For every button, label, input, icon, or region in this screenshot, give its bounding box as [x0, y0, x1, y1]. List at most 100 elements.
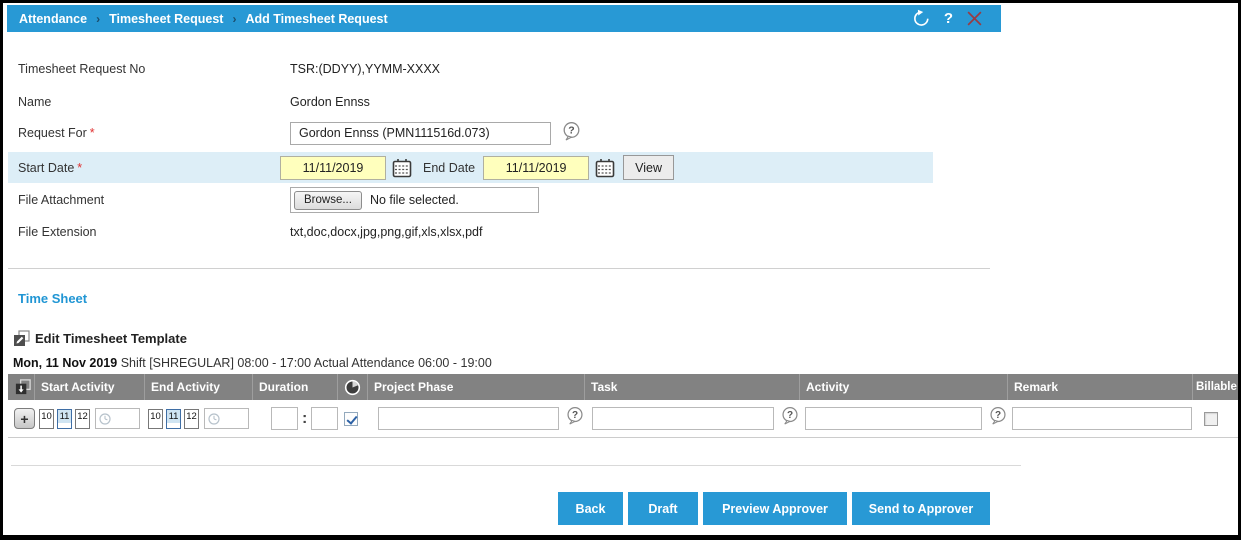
end-date-input[interactable]: [483, 155, 590, 180]
copy-down-icon: [14, 378, 32, 396]
start-day-12-button[interactable]: 12: [75, 408, 90, 429]
field-row-file-extension: File Extension txt,doc,docx,jpg,png,gif,…: [18, 220, 482, 244]
end-day-12-label: 12: [186, 410, 197, 422]
file-status-text: No file selected.: [369, 193, 459, 207]
file-extension-value: txt,doc,docx,jpg,png,gif,xls,xlsx,pdf: [290, 225, 483, 239]
browse-button[interactable]: Browse...: [294, 190, 362, 210]
breadcrumb-attendance[interactable]: Attendance: [19, 12, 87, 26]
start-date-input[interactable]: [280, 155, 386, 180]
duration-hours-input[interactable]: [271, 407, 298, 430]
breadcrumb-timesheet-request[interactable]: Timesheet Request: [109, 12, 223, 26]
refresh-icon[interactable]: [912, 9, 931, 28]
start-day-11-button-selected[interactable]: 11: [57, 408, 72, 429]
preview-approver-button[interactable]: Preview Approver: [703, 492, 847, 525]
column-header-end-activity: End Activity: [145, 374, 253, 400]
day-shift-details: Shift [SHREGULAR] 08:00 - 17:00 Actual A…: [120, 356, 492, 370]
field-row-request-for: Request For* ?: [18, 121, 582, 145]
task-input[interactable]: [592, 407, 774, 430]
column-header-remark: Remark: [1008, 374, 1193, 400]
end-date-calendar-icon[interactable]: [594, 157, 616, 179]
start-activity-cell: 10 11 12: [35, 400, 145, 437]
request-for-help-icon[interactable]: ?: [561, 121, 582, 145]
activity-help-icon[interactable]: ?: [988, 406, 1008, 431]
start-day-10-label: 10: [41, 410, 52, 422]
name-label: Name: [18, 95, 52, 109]
field-row-timesheet-request-no: Timesheet Request No TSR:(DDYY),YYMM-XXX…: [18, 57, 440, 81]
field-row-name: Name Gordon Ennss: [18, 90, 370, 114]
svg-text:?: ?: [568, 125, 574, 137]
close-icon[interactable]: [966, 10, 983, 27]
end-activity-cell: 10 11 12: [145, 400, 253, 437]
start-day-11-label: 11: [58, 409, 71, 423]
timesheet-request-no-label: Timesheet Request No: [18, 62, 146, 76]
start-date-label: Start Date *: [8, 161, 280, 175]
breadcrumb: Attendance › Timesheet Request › Add Tim…: [19, 12, 388, 26]
end-day-10-button[interactable]: 10: [148, 408, 163, 429]
duration-cell: :: [253, 400, 339, 437]
use-time-cell: [338, 400, 368, 437]
start-date-calendar-icon[interactable]: [391, 157, 413, 179]
request-for-label: Request For *: [18, 126, 290, 140]
required-marker: *: [77, 160, 83, 175]
add-row-button[interactable]: +: [14, 408, 35, 429]
footer-actions: Back Draft Preview Approver Send to Appr…: [558, 492, 990, 525]
end-day-11-button-selected[interactable]: 11: [166, 408, 181, 429]
project-phase-help-icon[interactable]: ?: [565, 406, 585, 431]
use-time-checkbox[interactable]: [344, 411, 358, 426]
page-header-bar: Attendance › Timesheet Request › Add Tim…: [7, 5, 1001, 32]
billable-checkbox[interactable]: [1204, 411, 1218, 426]
svg-text:?: ?: [995, 410, 1001, 421]
help-icon[interactable]: ?: [944, 11, 953, 26]
draft-button[interactable]: Draft: [628, 492, 698, 525]
column-header-task: Task: [585, 374, 800, 400]
activity-input[interactable]: [805, 407, 982, 430]
column-header-start-activity: Start Activity: [35, 374, 145, 400]
duration-separator: :: [302, 409, 308, 427]
end-date-label: End Date: [423, 160, 476, 175]
start-day-10-button[interactable]: 10: [39, 408, 54, 429]
breadcrumb-separator-icon: ›: [232, 11, 237, 26]
back-button[interactable]: Back: [558, 492, 623, 525]
section-divider: [8, 268, 990, 269]
start-date-label-text: Start Date: [18, 160, 75, 175]
project-phase-input[interactable]: [378, 407, 559, 430]
svg-text:?: ?: [572, 410, 578, 421]
edit-template-icon: [13, 330, 30, 347]
clock-small-icon: [208, 412, 220, 425]
svg-text:?: ?: [787, 410, 793, 421]
column-header-duration: Duration: [253, 374, 338, 400]
day-date: Mon, 11 Nov 2019: [13, 356, 118, 370]
edit-timesheet-template-link[interactable]: Edit Timesheet Template: [13, 330, 187, 347]
send-to-approver-button[interactable]: Send to Approver: [852, 492, 990, 525]
activity-cell: ?: [800, 400, 1008, 437]
footer-divider: [11, 465, 1021, 466]
task-help-icon[interactable]: ?: [780, 406, 800, 431]
remark-cell: [1008, 400, 1193, 437]
view-button[interactable]: View: [623, 155, 674, 180]
app-window: Attendance › Timesheet Request › Add Tim…: [0, 0, 1241, 540]
column-header-project-phase: Project Phase: [368, 374, 585, 400]
field-row-file-attachment: File Attachment Browse... No file select…: [18, 187, 539, 213]
day-heading: Mon, 11 Nov 2019 Shift [SHREGULAR] 08:00…: [13, 356, 492, 370]
remark-input[interactable]: [1012, 407, 1192, 430]
copy-down-column-header[interactable]: [8, 374, 35, 400]
end-day-12-button[interactable]: 12: [184, 408, 199, 429]
start-time-input[interactable]: [95, 408, 140, 429]
file-attachment-label: File Attachment: [18, 193, 105, 207]
end-day-10-label: 10: [150, 410, 161, 422]
end-time-input[interactable]: [204, 408, 249, 429]
request-for-label-text: Request For: [18, 126, 87, 140]
name-value: Gordon Ennss: [290, 95, 370, 109]
timesheet-request-no-value: TSR:(DDYY),YYMM-XXXX: [290, 62, 441, 76]
column-header-activity: Activity: [800, 374, 1008, 400]
duration-minutes-input[interactable]: [311, 407, 339, 430]
field-row-start-date: Start Date* End Date: [8, 152, 933, 183]
column-header-billable: Billable: [1196, 381, 1237, 393]
clock-column-header: [338, 374, 368, 400]
file-attachment-input[interactable]: Browse... No file selected.: [290, 187, 539, 213]
timesheet-table-header: Start Activity End Activity Duration Pro…: [8, 374, 1238, 400]
request-for-input[interactable]: [290, 121, 551, 145]
billable-cell: [1193, 400, 1238, 437]
timesheet-row: + 10 11 12 10 11 12: ? ? ?: [8, 400, 1238, 438]
timesheet-section-title: Time Sheet: [18, 291, 88, 306]
